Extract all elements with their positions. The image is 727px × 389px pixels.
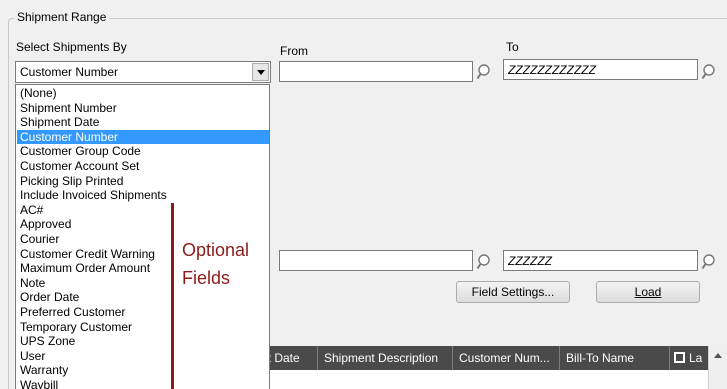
dropdown-item[interactable]: Shipment Date	[17, 115, 269, 129]
dropdown-item[interactable]: Approved	[17, 217, 269, 231]
dropdown-list[interactable]: (None) Shipment Number Shipment Date Custom…	[15, 84, 270, 389]
dropdown-item[interactable]: Customer Number	[17, 129, 269, 144]
select-by-combo[interactable]: Customer Number	[15, 61, 271, 83]
dropdown-item[interactable]: (None)	[17, 86, 269, 100]
dropdown-item[interactable]: Maximum Order Amount	[17, 261, 269, 275]
dropdown-item[interactable]: Customer Group Code	[17, 144, 269, 158]
dropdown-item[interactable]: Shipment Number	[17, 101, 269, 115]
annotation-fields: Fields	[182, 268, 231, 288]
chevron-down-icon	[256, 69, 265, 75]
column-header[interactable]: Bill-To Name	[559, 346, 669, 370]
field-settings-button[interactable]: Field Settings...	[456, 281, 570, 303]
dropdown-item[interactable]: Preferred Customer	[17, 305, 269, 319]
to-field-2[interactable]	[503, 250, 698, 271]
column-header[interactable]: Customer Num...	[452, 346, 559, 370]
grid-header: nt Date Shipment Description Customer Nu…	[255, 346, 727, 370]
finder-magnifier-icon[interactable]	[701, 63, 719, 81]
dropdown-item[interactable]: Order Date	[17, 290, 269, 304]
select-by-label: Select Shipments By	[16, 40, 127, 54]
dropdown-item[interactable]: Note	[17, 276, 269, 290]
dropdown-item[interactable]: Picking Slip Printed	[17, 174, 269, 188]
dropdown-item[interactable]: Warranty	[17, 363, 269, 377]
dropdown-item[interactable]: Customer Account Set	[17, 159, 269, 173]
column-settings-icon	[674, 352, 685, 363]
grid-body	[255, 370, 708, 389]
finder-magnifier-icon[interactable]	[476, 63, 494, 81]
dropdown-item[interactable]: Include Invoiced Shipments	[17, 188, 269, 202]
to-label: To	[506, 40, 519, 54]
dropdown-item[interactable]: UPS Zone	[17, 334, 269, 348]
chevron-up-icon[interactable]	[714, 353, 722, 358]
column-header[interactable]: Shipment Description	[317, 346, 452, 370]
to-field[interactable]	[503, 59, 698, 80]
finder-magnifier-icon[interactable]	[701, 253, 719, 271]
annotation-bracket	[171, 203, 174, 389]
load-button[interactable]: Load	[596, 281, 700, 303]
column-header-last[interactable]: La	[669, 346, 708, 370]
dropdown-item[interactable]: Temporary Customer	[17, 320, 269, 334]
from-field-2[interactable]	[279, 250, 473, 271]
dropdown-item[interactable]: User	[17, 349, 269, 363]
from-field[interactable]	[279, 61, 473, 82]
vertical-scrollbar[interactable]	[708, 346, 727, 389]
from-label: From	[280, 44, 308, 58]
column-label: La	[689, 351, 703, 365]
select-by-value: Customer Number	[20, 65, 119, 79]
annotation-optional: Optional	[182, 240, 250, 260]
dropdown-item[interactable]: AC#	[17, 203, 269, 217]
finder-magnifier-icon[interactable]	[476, 253, 494, 271]
group-title: Shipment Range	[14, 10, 110, 24]
dropdown-item[interactable]: Waybill	[17, 378, 269, 389]
combo-dropdown-button[interactable]	[252, 63, 269, 81]
